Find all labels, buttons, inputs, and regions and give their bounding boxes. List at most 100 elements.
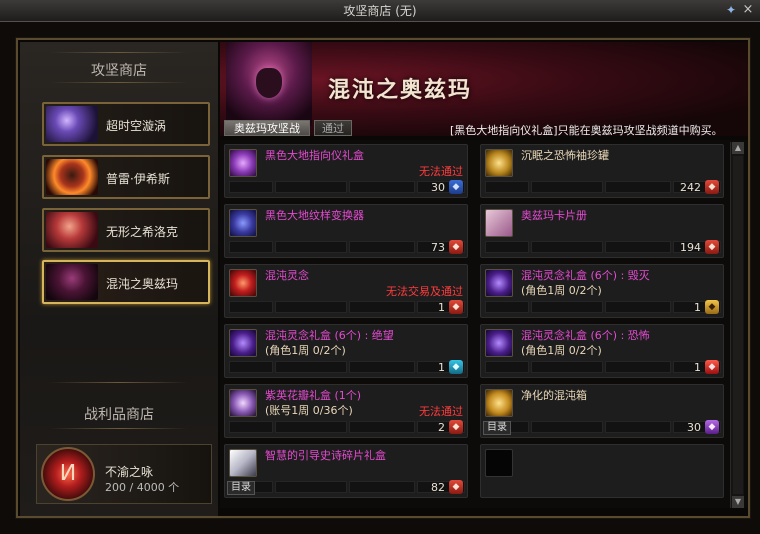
purchase-notice: [黑色大地指向仪礼盒]只能在奥兹玛攻坚战频道中购买。	[450, 124, 723, 137]
item-icon	[229, 449, 257, 477]
scrollbar[interactable]: ▲ ▼	[730, 142, 744, 508]
price-slot	[349, 241, 415, 253]
siroco-portrait	[46, 212, 98, 248]
price-slot	[531, 241, 603, 253]
empty-item-slot	[480, 444, 724, 498]
price-slot	[485, 241, 529, 253]
price-bar	[229, 361, 465, 373]
catalog-button[interactable]: 目录	[227, 481, 255, 495]
shop-item-card[interactable]: 黑色大地指向仪礼盒 无法通过 30 ◆	[224, 144, 468, 198]
item-icon	[485, 209, 513, 237]
shop-item-ozma[interactable]: 混沌之奥兹玛	[42, 260, 210, 304]
close-icon[interactable]: ×	[741, 3, 755, 17]
price-slot	[275, 241, 347, 253]
item-icon	[229, 329, 257, 357]
banner-title: 混沌之奥兹玛	[328, 78, 473, 103]
item-icon	[229, 389, 257, 417]
price-slot	[229, 301, 273, 313]
item-restriction: 无法通过	[419, 405, 463, 418]
shop-item-card[interactable]: 沉眠之恐怖袖珍罐 242 ◆	[480, 144, 724, 198]
item-price: 73	[431, 241, 445, 254]
item-price: 1	[694, 301, 701, 314]
price-slot	[531, 361, 603, 373]
price-bar	[485, 361, 721, 373]
shop-item-card[interactable]: 混沌灵念礼盒 (6个) : 绝望 (角色1周 0/2个) 1 ◆	[224, 324, 468, 378]
shop-label: 无形之希洛克	[106, 225, 179, 239]
window-title: 攻坚商店 (无)	[343, 4, 417, 18]
item-icon	[485, 389, 513, 417]
shop-item-card[interactable]: 智慧的引导史诗碎片礼盒目录 82 ◆	[224, 444, 468, 498]
price-slot	[229, 181, 273, 193]
shop-item-card[interactable]: 混沌灵念礼盒 (6个) : 恐怖 (角色1周 0/2个) 1 ◆	[480, 324, 724, 378]
price-slot	[485, 181, 529, 193]
shop-item-card[interactable]: 紫英花瓣礼盒 (1个) (账号1周 0/36个) 无法通过 2 ◆	[224, 384, 468, 438]
item-icon	[229, 269, 257, 297]
empty-icon	[485, 449, 513, 477]
tab-ozma-raid[interactable]: 奥兹玛攻坚战	[224, 120, 310, 136]
loot-shop-title: 战利品商店	[84, 407, 154, 423]
item-name: 奥兹玛卡片册	[521, 209, 587, 222]
time-vortex-portrait	[46, 106, 98, 142]
sidebar: 攻坚商店 超时空漩涡 普雷·伊希斯 无形之希洛克 混沌之奥兹玛 战利品商店 ⵍ …	[20, 42, 218, 516]
item-name: 黑色大地指向仪礼盒	[265, 149, 364, 162]
price-slot	[275, 361, 347, 373]
shop-item-card[interactable]: 混沌灵念 无法交易及通过 1 ◆	[224, 264, 468, 318]
sidebar-title: 攻坚商店	[91, 63, 147, 79]
item-name: 净化的混沌箱	[521, 389, 587, 402]
shop-window: 攻坚商店 超时空漩涡 普雷·伊希斯 无形之希洛克 混沌之奥兹玛 战利品商店 ⵍ …	[16, 38, 750, 518]
window-title-bar: 攻坚商店 (无) ✦ ×	[0, 0, 760, 22]
item-icon	[485, 329, 513, 357]
item-price: 242	[680, 181, 701, 194]
ozma-banner-portrait	[226, 42, 312, 126]
item-name: 智慧的引导史诗碎片礼盒	[265, 449, 386, 462]
loot-shop-entry[interactable]: ⵍ 不渝之咏 200 / 4000 个	[36, 444, 212, 504]
red-currency-icon: ◆	[449, 480, 463, 494]
item-icon	[485, 269, 513, 297]
shop-item-card[interactable]: 奥兹玛卡片册 194 ◆	[480, 204, 724, 258]
shop-item-card[interactable]: 黑色大地纹样变换器 73 ◆	[224, 204, 468, 258]
divider	[50, 428, 188, 429]
scroll-up-icon[interactable]: ▲	[732, 142, 744, 154]
pin-icon[interactable]: ✦	[724, 3, 738, 17]
price-bar	[229, 301, 465, 313]
mask-currency-icon: ◆	[705, 360, 719, 374]
item-restriction: 无法通过	[419, 165, 463, 178]
item-price: 1	[694, 361, 701, 374]
shop-item-siroco[interactable]: 无形之希洛克	[42, 208, 210, 252]
scroll-track[interactable]	[733, 156, 743, 494]
ozma-portrait	[46, 264, 98, 300]
price-slot	[605, 361, 671, 373]
prey-isis-portrait	[46, 159, 98, 195]
price-slot	[605, 181, 671, 193]
red-currency-icon: ◆	[449, 240, 463, 254]
red-currency-icon: ◆	[449, 300, 463, 314]
shop-item-prey-isis[interactable]: 普雷·伊希斯	[42, 155, 210, 199]
scroll-down-icon[interactable]: ▼	[732, 496, 744, 508]
price-slot	[275, 181, 347, 193]
shop-label: 普雷·伊希斯	[106, 172, 170, 186]
catalog-button[interactable]: 目录	[483, 421, 511, 435]
purple-currency-icon: ◆	[705, 420, 719, 434]
shop-item-card[interactable]: 净化的混沌箱 目录 30 ◆	[480, 384, 724, 438]
claw-emblem-icon: ⵍ	[41, 447, 95, 501]
shop-item-time-vortex[interactable]: 超时空漩涡	[42, 102, 210, 146]
shop-item-card[interactable]: 混沌灵念礼盒 (6个) : 毁灭 (角色1周 0/2个) 1 ◆	[480, 264, 724, 318]
item-purchase-limit: (账号1周 0/36个)	[265, 404, 353, 417]
item-name: 沉眠之恐怖袖珍罐	[521, 149, 609, 162]
item-name: 混沌灵念礼盒 (6个) : 绝望	[265, 329, 394, 342]
tab-pass[interactable]: 通过	[314, 120, 352, 136]
item-purchase-limit: (角色1周 0/2个)	[265, 344, 346, 357]
divider	[50, 382, 188, 383]
price-slot	[531, 421, 603, 433]
item-icon	[229, 209, 257, 237]
red-currency-icon: ◆	[449, 420, 463, 434]
price-slot	[229, 421, 273, 433]
price-slot	[275, 421, 347, 433]
item-price: 82	[431, 481, 445, 494]
price-slot	[349, 421, 415, 433]
divider	[50, 52, 188, 53]
item-name: 混沌灵念	[265, 269, 309, 282]
price-bar	[229, 181, 465, 193]
item-price: 2	[438, 421, 445, 434]
red-currency-icon: ◆	[705, 240, 719, 254]
